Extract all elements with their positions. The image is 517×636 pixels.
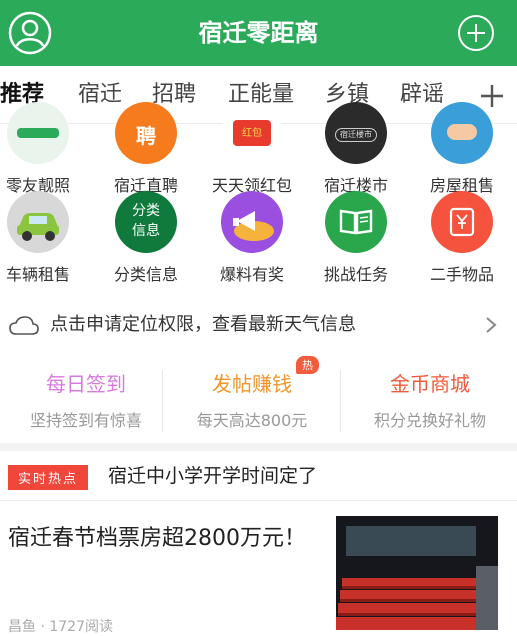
- action-title: 每日签到: [46, 372, 126, 396]
- hot-topic-row[interactable]: 实时热点 宿迁中小学开学时间定了: [0, 451, 517, 501]
- feature-grid: 零友靓照 聘 宿迁直聘 红包 天天领红包 宿迁楼市 宿迁楼市 房屋租售 车辆租售…: [0, 102, 517, 310]
- photo-icon: [7, 102, 69, 164]
- daily-checkin-button[interactable]: 每日签到 坚持签到有惊喜: [0, 352, 172, 431]
- job-icon: 聘: [115, 102, 177, 164]
- chevron-right-icon: [486, 317, 497, 333]
- hot-badge: 热: [296, 356, 319, 374]
- app-title: 宿迁零距离: [198, 19, 319, 47]
- grid-item-tipoff[interactable]: 爆料有奖: [202, 191, 302, 285]
- realtime-hot-badge: 实时热点: [8, 465, 89, 490]
- grid-item-photos[interactable]: 零友靓照: [0, 102, 88, 196]
- grid-item-cars[interactable]: 车辆租售: [0, 191, 88, 285]
- grid-item-red-envelope[interactable]: 红包 天天领红包: [202, 102, 302, 196]
- grid-item-housing[interactable]: 房屋租售: [412, 102, 512, 196]
- add-icon[interactable]: [457, 14, 495, 52]
- grid-item-jobs[interactable]: 聘 宿迁直聘: [96, 102, 196, 196]
- divider: [162, 370, 163, 432]
- building-icon: 宿迁楼市: [325, 102, 387, 164]
- coin-mall-button[interactable]: 金币商城 积分兑换好礼物: [344, 352, 516, 431]
- grid-item-secondhand[interactable]: 二手物品: [412, 191, 512, 285]
- category-icon: 分类 信息: [115, 191, 177, 253]
- divider: [340, 370, 341, 432]
- car-icon: [7, 191, 69, 253]
- hot-topic-text: 宿迁中小学开学时间定了: [108, 465, 318, 487]
- weather-text: 点击申请定位权限，查看最新天气信息: [50, 314, 356, 335]
- section-gap: [0, 443, 517, 451]
- grid-item-classifieds[interactable]: 分类 信息 分类信息: [96, 191, 196, 285]
- book-icon: [325, 191, 387, 253]
- grid-item-challenge[interactable]: 挑战任务: [306, 191, 406, 285]
- post-earn-button[interactable]: 发帖赚钱 每天高达800元 热: [166, 352, 338, 431]
- red-envelope-icon: 红包: [221, 102, 283, 164]
- house-icon: [431, 102, 493, 164]
- action-subtitle: 每天高达800元: [196, 411, 308, 430]
- news-meta: 昌鱼 · 1727阅读: [8, 619, 113, 635]
- grid-item-real-estate[interactable]: 宿迁楼市 宿迁楼市: [306, 102, 406, 196]
- action-title: 金币商城: [390, 372, 470, 396]
- cloud-icon: [9, 316, 39, 335]
- action-cards: 每日签到 坚持签到有惊喜 发帖赚钱 每天高达800元 热 金币商城 积分兑换好礼…: [0, 352, 517, 442]
- action-subtitle: 积分兑换好礼物: [373, 411, 486, 430]
- weather-bar[interactable]: 点击申请定位权限，查看最新天气信息: [0, 300, 517, 350]
- megaphone-icon: [221, 191, 283, 253]
- news-title: 宿迁春节档票房超2800万元！: [8, 526, 306, 551]
- news-item[interactable]: 宿迁春节档票房超2800万元！ 昌鱼 · 1727阅读: [0, 502, 517, 635]
- yen-bag-icon: [431, 191, 493, 253]
- action-subtitle: 坚持签到有惊喜: [29, 411, 142, 430]
- app-header: 宿迁零距离: [0, 0, 517, 66]
- news-thumbnail-image: [336, 516, 498, 630]
